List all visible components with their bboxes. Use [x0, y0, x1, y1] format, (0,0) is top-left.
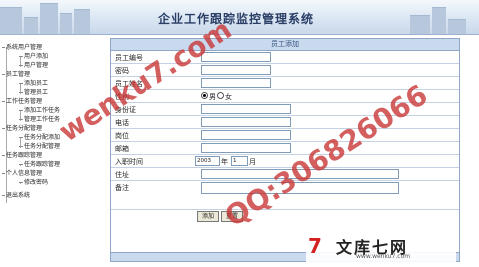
- password-input[interactable]: [201, 65, 271, 75]
- emp-name-label: 员工姓名: [115, 80, 143, 88]
- form-row-phone: 电话: [111, 116, 459, 129]
- sidebar-item-employee-add[interactable]: 添加员工: [18, 80, 48, 87]
- form-row-id-card: 身份证: [111, 103, 459, 116]
- reset-button[interactable]: 重置: [221, 211, 243, 222]
- sidebar-group-system-users[interactable]: 系统用户管理: [1, 44, 42, 51]
- gender-label: 性别: [115, 93, 129, 101]
- banner-building: [24, 17, 38, 34]
- form-row-address: 住址: [111, 168, 459, 181]
- banner-building: [74, 9, 90, 34]
- address-input[interactable]: [201, 169, 399, 179]
- entry-date-label: 入职时间: [115, 158, 143, 166]
- form-title: 员工添加: [111, 39, 459, 51]
- banner-building: [432, 7, 446, 34]
- entry-month-select[interactable]: 1: [231, 156, 248, 166]
- sidebar-item-user-add[interactable]: 用户添加: [18, 53, 48, 60]
- email-input[interactable]: [201, 143, 291, 153]
- entry-month-unit: 月: [249, 158, 256, 166]
- banner-building: [60, 13, 72, 34]
- emp-name-input[interactable]: [201, 78, 271, 88]
- sidebar-item-employee-manage[interactable]: 管理员工: [18, 89, 48, 96]
- logo-url: www.wenku7.com: [356, 253, 411, 260]
- password-label: 密码: [115, 67, 129, 75]
- sidebar-group-employees[interactable]: 员工管理: [1, 71, 30, 78]
- gender-female-radio[interactable]: [217, 92, 224, 99]
- id-card-input[interactable]: [201, 104, 291, 114]
- id-card-label: 身份证: [115, 106, 136, 114]
- header-banner: 企业工作跟踪监控管理系统: [0, 0, 479, 35]
- banner-building: [0, 7, 22, 34]
- logo-mark: 7: [308, 234, 322, 258]
- position-input[interactable]: [201, 130, 291, 140]
- gender-female-label: 女: [225, 93, 232, 101]
- remark-label: 备注: [115, 184, 129, 192]
- phone-label: 电话: [115, 119, 129, 127]
- form-row-email: 邮箱: [111, 142, 459, 155]
- sidebar-item-assignment-manage[interactable]: 任务分配管理: [18, 143, 60, 150]
- sidebar-item-user-manage[interactable]: 用户管理: [18, 62, 48, 69]
- entry-year-select[interactable]: 2003: [195, 156, 220, 166]
- sidebar-tree: 系统用户管理 用户添加 用户管理 员工管理 添加员工 管理员工 工作任务管理 添…: [1, 40, 102, 262]
- sidebar-group-profile[interactable]: 个人信息管理: [1, 170, 42, 177]
- emp-no-label: 员工编号: [115, 54, 143, 62]
- sidebar-group-assignments[interactable]: 任务分配管理: [1, 125, 42, 132]
- address-label: 住址: [115, 171, 129, 179]
- phone-input[interactable]: [201, 117, 291, 127]
- entry-year-unit: 年: [221, 158, 228, 166]
- gender-male-radio[interactable]: [201, 92, 208, 99]
- sidebar-item-task-manage[interactable]: 管理工作任务: [18, 116, 60, 123]
- sidebar-group-tasks[interactable]: 工作任务管理: [1, 98, 42, 105]
- employee-add-form: 员工添加 员工编号 密码 员工姓名 性别 男 女 身份证 电话 岗位 邮箱 入职…: [110, 38, 460, 262]
- form-row-password: 密码: [111, 64, 459, 77]
- form-row-position: 岗位: [111, 129, 459, 142]
- banner-building: [40, 3, 58, 34]
- position-label: 岗位: [115, 132, 129, 140]
- form-row-emp-name: 员工姓名: [111, 77, 459, 90]
- emp-no-input[interactable]: [201, 52, 271, 62]
- sidebar-item-assignment-add[interactable]: 任务分配添加: [18, 134, 60, 141]
- sidebar-item-tracking-manage[interactable]: 任务跟踪管理: [18, 161, 60, 168]
- email-label: 邮箱: [115, 145, 129, 153]
- banner-building: [410, 15, 430, 34]
- submit-button[interactable]: 添加: [197, 211, 219, 222]
- form-row-entry-date: 入职时间 2003 年 1 月: [111, 155, 459, 168]
- app-title: 企业工作跟踪监控管理系统: [158, 12, 315, 26]
- sidebar-item-task-add[interactable]: 添加工作任务: [18, 107, 60, 114]
- remark-input[interactable]: [201, 182, 399, 194]
- sidebar-group-tracking[interactable]: 任务跟踪管理: [1, 152, 42, 159]
- sidebar-item-logout[interactable]: 退出系统: [1, 192, 30, 199]
- watermark-logo: 7 文库七网 www.wenku7.com: [306, 232, 456, 262]
- sidebar-item-change-password[interactable]: 修改密码: [18, 179, 48, 186]
- form-row-buttons: 添加 重置: [111, 210, 459, 224]
- form-row-remark: 备注: [111, 181, 459, 210]
- banner-building: [448, 19, 466, 34]
- gender-male-label: 男: [209, 93, 216, 101]
- form-row-gender: 性别 男 女: [111, 90, 459, 103]
- form-row-emp-no: 员工编号: [111, 51, 459, 64]
